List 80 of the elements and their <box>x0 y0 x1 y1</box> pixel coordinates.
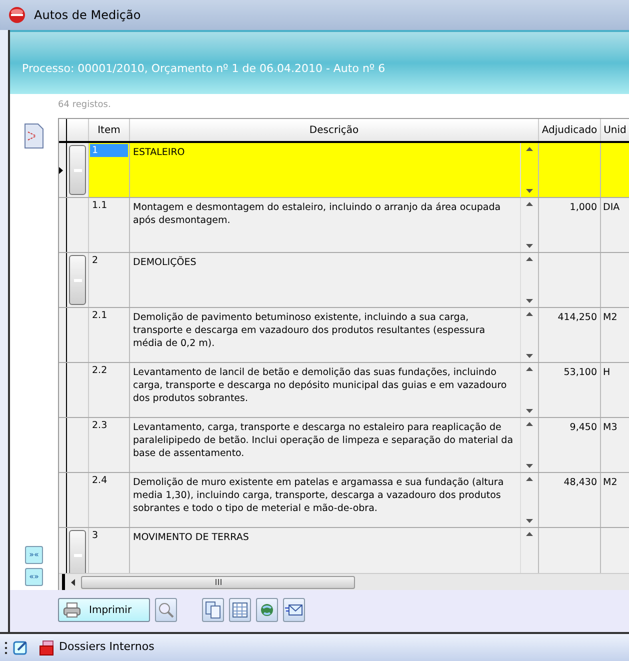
app-icon <box>8 6 26 24</box>
table-row[interactable]: 2.1 Demolição de pavimento betuminoso existente, incluindo a sua carga, transporte e descarga em vazadouro dos produtos resultantes (espessura média de 0,2 m). 414,250 M2 <box>59 308 629 363</box>
document-icon[interactable] <box>23 122 45 150</box>
column-header[interactable]: Unid <box>604 122 626 138</box>
table-cell: MOVIMENTO DE TERRAS <box>133 532 249 543</box>
scroll-up-icon[interactable] <box>526 422 533 426</box>
table-cell: Levantamento, carga, transporte e descarga no estaleiro para reaplicação de paralelipipedo de betão. Inclui operação de limpeza e separação do material da base de assentamento. <box>133 422 514 459</box>
scroll-up-icon[interactable] <box>526 147 533 151</box>
collapse-button[interactable] <box>69 255 86 305</box>
table-cell-text: 2.1 <box>91 309 108 322</box>
table-cell-text: 2.4 <box>91 474 108 487</box>
scroll-up-icon[interactable] <box>526 367 533 371</box>
table-cell: 414,250 <box>558 312 597 323</box>
table-cell: DEMOLIÇÕES <box>133 257 196 268</box>
column-header[interactable]: Item <box>98 122 120 138</box>
table-row[interactable]: 1 ESTALEIRO <box>59 143 629 198</box>
scroll-down-icon[interactable] <box>526 244 533 248</box>
scroll-down-icon[interactable] <box>526 299 533 303</box>
globe-button[interactable] <box>256 598 278 622</box>
scroll-up-icon[interactable] <box>526 477 533 481</box>
envelope-icon <box>285 603 303 617</box>
table-cell: M3 <box>603 422 618 433</box>
table-row[interactable]: 1.1 Montagem e desmontagem do estaleiro, incluindo o arranjo da área ocupada após desmontagem. 1,000 DIA <box>59 198 629 253</box>
scroll-up-icon[interactable] <box>526 202 533 206</box>
table-cell: M2 <box>603 477 618 488</box>
scroll-down-icon[interactable] <box>526 189 533 193</box>
scroll-up-icon[interactable] <box>526 312 533 316</box>
expand-collapse-button[interactable]: »« <box>25 546 43 564</box>
table-cell: H <box>603 367 610 378</box>
table-cell: Demolição de pavimento betuminoso existente, incluindo a sua carga, transporte e descarga em vazadouro dos produtos resultantes (espessura média de 0,2 m). <box>133 312 486 349</box>
copy-document-button[interactable] <box>202 598 224 622</box>
table-cell: 9,450 <box>570 422 597 433</box>
edit-icon[interactable] <box>13 640 29 656</box>
table-cell: Demolição de muro existente em patelas e argamassa e sua fundação (altura media 1,30), incluindo carga, transporte, descarga a vazadouro dos produtos sobrantes e todo o tipo de meterial e mão-de-obra. <box>133 477 504 514</box>
scroll-down-icon[interactable] <box>526 409 533 413</box>
horizontal-scrollbar[interactable] <box>59 573 629 590</box>
table-icon <box>232 602 248 618</box>
magnifier-icon <box>158 602 174 618</box>
grip-icon <box>214 579 222 585</box>
table-cell-text: 2.3 <box>91 419 108 432</box>
table-cell: Levantamento de lancil de betão e demolição das suas fundações, incluindo carga, transporte e descarga no depósito municipal das guias e em vazadouro dos produtos sobrantes. <box>133 367 507 404</box>
table-cell: 1 <box>90 144 128 157</box>
table-cell-text: 2.2 <box>91 364 108 377</box>
printer-icon <box>63 602 81 618</box>
scroll-left-icon[interactable] <box>71 578 75 586</box>
spreadsheet-button[interactable] <box>229 598 251 622</box>
collapse-button[interactable] <box>69 145 86 195</box>
table-cell-text: 3 <box>91 529 100 542</box>
scroll-down-icon[interactable] <box>526 354 533 358</box>
envelope-button[interactable] <box>283 598 305 622</box>
table-cell-text: 1.1 <box>91 199 108 212</box>
scroll-up-icon[interactable] <box>526 257 533 261</box>
column-header[interactable]: Descrição <box>309 122 359 138</box>
table-cell: Montagem e desmontagem do estaleiro, incluindo o arranjo da área ocupada após desmontagem. <box>133 202 501 226</box>
table-cell: 1,000 <box>570 202 597 213</box>
table-cell: 53,100 <box>564 367 597 378</box>
documents-icon <box>205 601 221 619</box>
table-cell-text: 2 <box>91 254 100 267</box>
table-row[interactable]: 2 DEMOLIÇÕES <box>59 253 629 308</box>
print-button[interactable]: Imprimir <box>58 598 150 622</box>
globe-icon <box>259 602 275 618</box>
search-button[interactable] <box>155 598 177 622</box>
expand-collapse-button[interactable]: «» <box>25 568 43 586</box>
record-count: 64 registos. <box>58 99 111 112</box>
scroll-down-icon[interactable] <box>526 464 533 468</box>
process-subtitle: Processo: 00001/2010, Orçamento nº 1 de 06.04.2010 - Auto nº 6 <box>22 60 386 77</box>
scroll-up-icon[interactable] <box>526 532 533 536</box>
table-row[interactable]: 2.2 Levantamento de lancil de betão e demolição das suas fundações, incluindo carga, transporte e descarga no depósito municipal das guias e em vazadouro dos produtos sobrantes. 53,100 H <box>59 363 629 418</box>
taskbar-item[interactable]: Dossiers Internos <box>39 639 154 656</box>
collapse-button[interactable] <box>69 530 86 573</box>
window-title: Autos de Medição <box>34 7 141 24</box>
table-row[interactable] <box>59 473 629 528</box>
folder-icon <box>39 640 55 656</box>
table-cell: ESTALEIRO <box>133 147 185 158</box>
table-row[interactable]: 2.3 Levantamento, carga, transporte e descarga no estaleiro para reaplicação de paralelipipedo de betão. Inclui operação de limpeza e separação do material da base de assentamento. 9,450 M3 <box>59 418 629 473</box>
column-header[interactable]: Adjudicado <box>542 122 598 138</box>
scroll-down-icon[interactable] <box>526 519 533 523</box>
table-cell: M2 <box>603 312 618 323</box>
table-cell: DIA <box>603 202 620 213</box>
table-cell: 48,430 <box>564 477 597 488</box>
